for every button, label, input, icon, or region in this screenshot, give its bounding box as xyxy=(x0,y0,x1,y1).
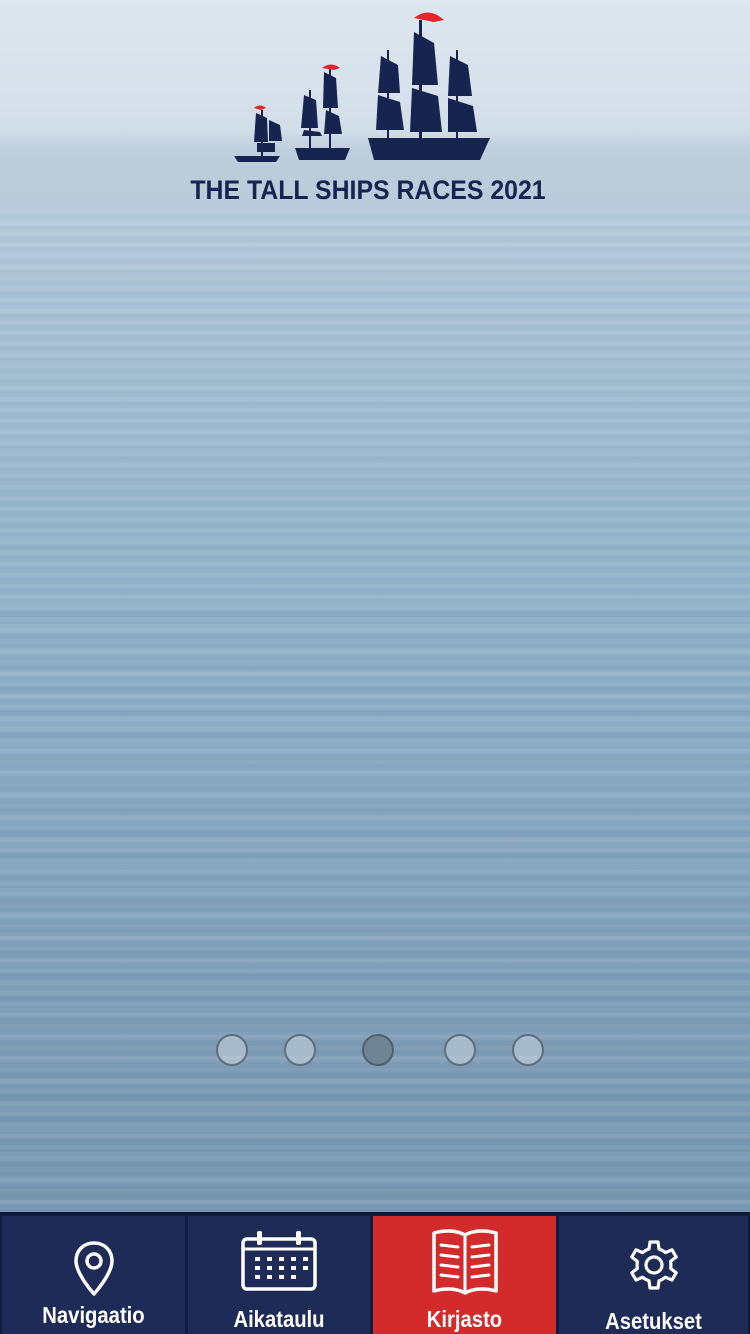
page-dot-1[interactable] xyxy=(216,1034,248,1066)
page-dot-2[interactable] xyxy=(284,1034,316,1066)
tall-ships-icon xyxy=(234,12,490,162)
page-dot-3-active[interactable] xyxy=(362,1034,394,1066)
page-dot-5[interactable] xyxy=(512,1034,544,1066)
gear-icon xyxy=(559,1230,748,1300)
nav-label-aikataulu: Aikataulu xyxy=(233,1306,325,1332)
bottom-navigation-bar: Navigaatio Aikataulu Kirjasto Asetukset xyxy=(0,1212,750,1334)
map-pin-icon xyxy=(2,1234,185,1304)
nav-label-navigaatio: Navigaatio xyxy=(42,1302,145,1328)
nav-item-aikataulu[interactable]: Aikataulu xyxy=(188,1216,370,1334)
nav-item-navigaatio[interactable]: Navigaatio xyxy=(2,1216,185,1334)
page-dot-4[interactable] xyxy=(444,1034,476,1066)
water-ripples-lower xyxy=(0,600,750,1212)
carousel-page-indicator xyxy=(0,1033,750,1067)
tall-ships-races-logo: THE TALL SHIPS RACES 2021 xyxy=(168,10,568,210)
nav-label-kirjasto: Kirjasto xyxy=(426,1306,503,1332)
logo-title: THE TALL SHIPS RACES 2021 xyxy=(190,175,546,205)
calendar-icon xyxy=(188,1226,370,1296)
nav-item-asetukset[interactable]: Asetukset xyxy=(559,1216,748,1334)
book-icon xyxy=(373,1226,556,1296)
app-screen: THE TALL SHIPS RACES 2021 Navigaatio Aik… xyxy=(0,0,750,1334)
nav-label-asetukset: Asetukset xyxy=(605,1308,702,1334)
nav-item-kirjasto[interactable]: Kirjasto xyxy=(373,1216,556,1334)
